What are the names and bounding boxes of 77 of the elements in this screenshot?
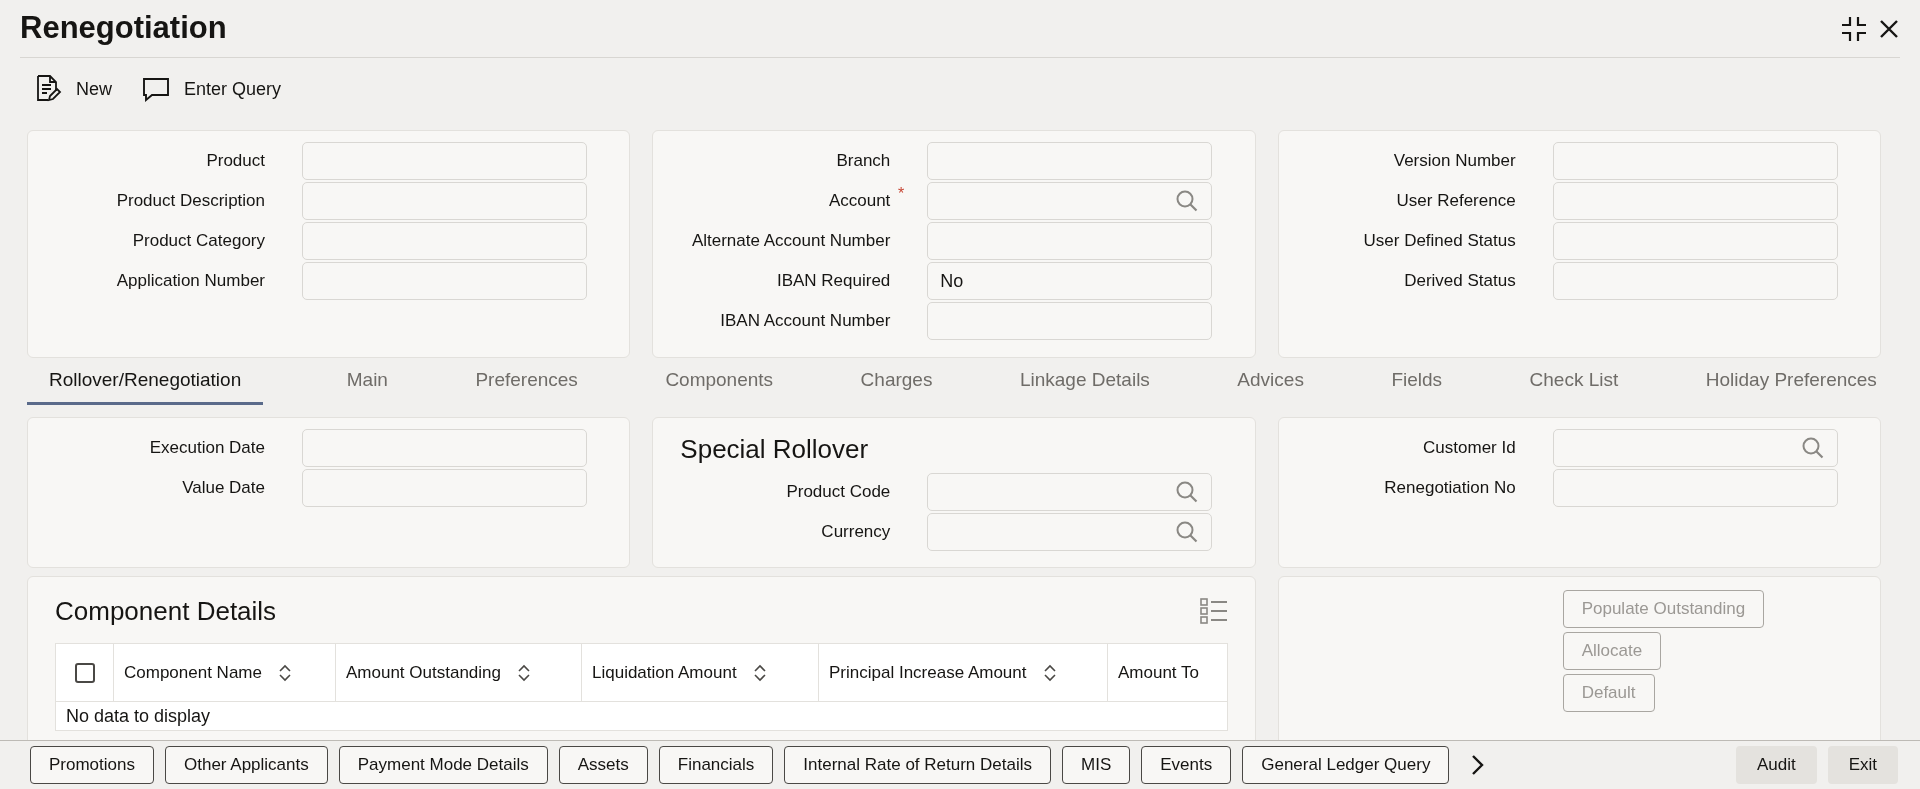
enter-query-button[interactable]: Enter Query xyxy=(142,75,282,103)
tab[interactable]: Rollover/Renegotiation xyxy=(27,365,264,405)
tab[interactable]: Fields xyxy=(1387,365,1447,405)
footer-button[interactable]: General Ledger Query xyxy=(1242,746,1450,784)
field-label: Currency xyxy=(821,521,891,544)
input-field[interactable] xyxy=(927,513,1213,551)
tab[interactable]: Check List xyxy=(1525,365,1623,405)
tab[interactable]: Holiday Preferences xyxy=(1701,365,1881,405)
field-label: Customer Id xyxy=(1423,437,1516,460)
collapse-icon[interactable] xyxy=(1840,14,1868,43)
section-heading: Component Details xyxy=(55,594,277,628)
new-button[interactable]: New xyxy=(34,74,112,104)
input-field[interactable] xyxy=(302,429,587,467)
field-label: Application Number xyxy=(116,270,265,293)
input-field[interactable] xyxy=(1552,182,1838,220)
required-mark: * xyxy=(897,184,905,205)
footer-button[interactable]: Financials xyxy=(658,746,774,784)
input-field[interactable] xyxy=(927,222,1213,260)
window-title: Renegotiation xyxy=(20,9,227,48)
tab[interactable]: Main xyxy=(342,365,392,405)
input-field[interactable] xyxy=(1552,222,1838,260)
field-label: Branch xyxy=(836,150,891,173)
column-header[interactable]: Liquidation Amount xyxy=(592,659,737,686)
column-header[interactable]: Amount Outstanding xyxy=(346,659,501,686)
field-label: User Defined Status xyxy=(1363,230,1516,253)
footer-button[interactable]: Payment Mode Details xyxy=(338,746,548,784)
checkbox[interactable] xyxy=(74,662,95,683)
column-header[interactable]: Principal Increase Amount xyxy=(829,659,1027,686)
footer-button[interactable]: Promotions xyxy=(30,746,154,784)
footer-button[interactable]: Assets xyxy=(558,746,648,784)
footer-button[interactable]: Audit xyxy=(1735,746,1817,784)
tab[interactable]: Components xyxy=(661,365,778,405)
tab[interactable]: Charges xyxy=(856,365,937,405)
column-header[interactable]: Amount To xyxy=(1118,659,1199,686)
section-heading: Special Rollover xyxy=(679,433,870,466)
chat-bubble-icon xyxy=(142,76,170,102)
field-label: Version Number xyxy=(1393,150,1516,173)
input-field[interactable] xyxy=(302,182,587,220)
input-field[interactable] xyxy=(1552,262,1838,300)
input-field[interactable] xyxy=(1552,469,1838,507)
field-label: Product Code xyxy=(786,481,891,504)
tab[interactable]: Advices xyxy=(1233,365,1308,405)
input-field[interactable] xyxy=(927,142,1213,180)
input-field[interactable] xyxy=(1552,429,1838,467)
field-label: Derived Status xyxy=(1404,270,1516,293)
input-field[interactable] xyxy=(927,473,1213,511)
footer-button[interactable]: Events xyxy=(1141,746,1232,784)
footer-button[interactable]: Internal Rate of Return Details xyxy=(784,746,1051,784)
list-icon[interactable] xyxy=(1199,597,1228,625)
field-label: IBAN Required xyxy=(776,270,891,293)
field-label: Execution Date xyxy=(149,437,265,460)
footer-button[interactable]: Other Applicants xyxy=(165,746,328,784)
input-field[interactable] xyxy=(927,302,1213,340)
field-label: Alternate Account Number xyxy=(691,230,891,253)
field-label: User Reference xyxy=(1396,190,1516,213)
input-field[interactable] xyxy=(302,262,587,300)
field-label: IBAN Account Number xyxy=(720,310,891,333)
tab[interactable]: Linkage Details xyxy=(1015,365,1154,405)
empty-message: No data to display xyxy=(66,704,211,728)
input-field[interactable] xyxy=(302,142,587,180)
field-label: Value Date xyxy=(182,477,265,500)
column-header[interactable]: Component Name xyxy=(124,659,262,686)
field-label: Account xyxy=(828,190,891,213)
close-icon[interactable] xyxy=(1878,17,1900,40)
input-field[interactable] xyxy=(1552,142,1838,180)
field-label: Renegotiation No xyxy=(1384,477,1516,500)
document-edit-icon xyxy=(34,74,62,104)
footer-button[interactable]: Exit xyxy=(1827,746,1898,784)
field-label: Product xyxy=(206,150,265,173)
input-field[interactable] xyxy=(927,182,1213,220)
field-label: Product Description xyxy=(116,190,265,213)
field-label: Product Category xyxy=(132,230,265,253)
input-field[interactable] xyxy=(302,469,587,507)
tab[interactable]: Preferences xyxy=(471,365,582,405)
footer-button[interactable]: MIS xyxy=(1062,746,1131,784)
input-field[interactable] xyxy=(302,222,587,260)
input-field[interactable]: No xyxy=(927,262,1213,300)
